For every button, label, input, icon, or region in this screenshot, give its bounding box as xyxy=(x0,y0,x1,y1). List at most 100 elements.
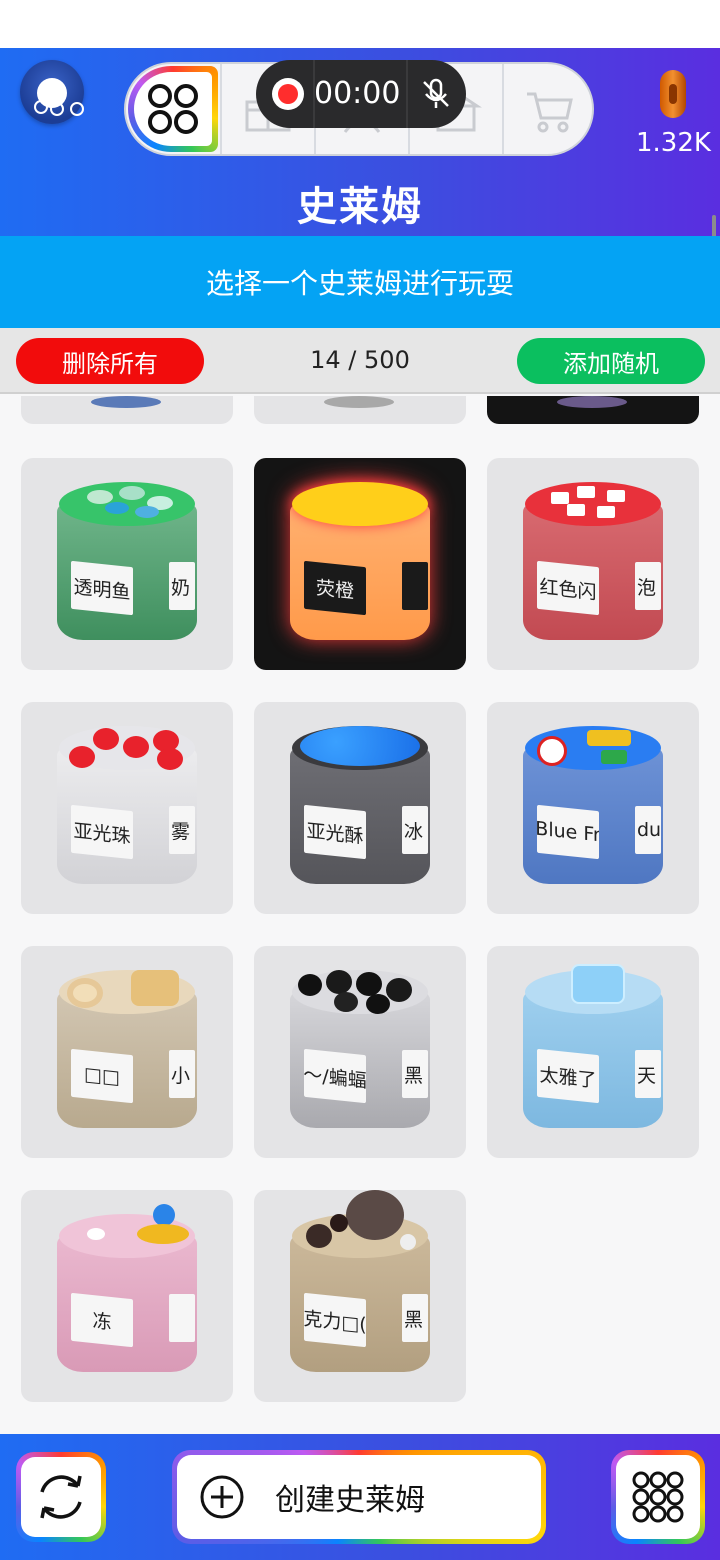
coin-balance: 1.32K xyxy=(636,128,711,158)
topping xyxy=(69,746,95,768)
topping xyxy=(153,1204,175,1226)
topping xyxy=(137,1224,189,1244)
topping xyxy=(607,490,625,502)
prompt-text: 选择一个史莱姆进行玩耍 xyxy=(205,267,514,300)
slime-card-selected[interactable]: 荧橙 xyxy=(254,458,466,670)
slime-jar: Blue Fr du xyxy=(523,726,663,890)
jar-label: 冻 xyxy=(71,1292,133,1348)
jar-label: 荧橙 xyxy=(304,560,366,616)
plus-circle-icon xyxy=(200,1475,244,1519)
jar-label: 红色闪 xyxy=(537,560,599,616)
topping xyxy=(366,994,390,1014)
slime-card[interactable]: 透明鱼 奶 xyxy=(21,458,233,670)
jar-label: □□ xyxy=(71,1048,133,1104)
jar-label-side: du xyxy=(635,806,661,854)
jar-top xyxy=(292,482,428,526)
slime-jar: ～/蝙蝠 黑 xyxy=(290,970,430,1134)
header: 00:00 1.32K 史莱姆 xyxy=(0,48,720,236)
jar-label: 透明鱼 xyxy=(71,560,133,616)
jar-label-side: 黑 xyxy=(402,1050,428,1098)
topping xyxy=(105,502,129,514)
jar-label-side: 天 xyxy=(635,1050,661,1098)
topping xyxy=(87,490,113,504)
topping xyxy=(577,486,595,498)
add-random-button[interactable]: 添加随机 xyxy=(517,338,705,384)
jar-bottom xyxy=(324,396,394,408)
refresh-button[interactable] xyxy=(16,1452,106,1542)
grid-nine-icon xyxy=(632,1471,684,1523)
create-slime-label: 创建史莱姆 xyxy=(275,1483,425,1518)
coin-icon xyxy=(660,70,686,118)
cart-icon xyxy=(527,92,573,133)
record-icon[interactable] xyxy=(272,78,304,110)
refresh-icon xyxy=(40,1475,82,1519)
create-slime-button[interactable]: 创建史莱姆 xyxy=(172,1450,546,1544)
delete-all-button[interactable]: 删除所有 xyxy=(16,338,204,384)
topping xyxy=(87,1228,105,1240)
topping xyxy=(300,726,420,766)
slime-jar: 亚光酥 冰 xyxy=(290,726,430,890)
jar-label: ～/蝙蝠 xyxy=(304,1048,366,1104)
slime-jar: 太雅了 天 xyxy=(523,964,663,1134)
slime-jar: 透明鱼 奶 xyxy=(57,482,197,646)
topping xyxy=(400,1234,416,1250)
app-root: 00:00 1.32K 史莱姆 选择一个史莱姆进行玩耍 删除所有 14 / 50… xyxy=(0,0,720,1560)
jar-label: 亚光酥 xyxy=(304,804,366,860)
slime-card[interactable]: 亚光酥 冰 xyxy=(254,702,466,914)
slime-card[interactable]: ～/蝙蝠 黑 xyxy=(254,946,466,1158)
action-bar: 删除所有 14 / 500 添加随机 xyxy=(0,328,720,394)
slime-card[interactable]: 红色闪 泡 xyxy=(487,458,699,670)
recorder-time: 00:00 xyxy=(314,76,401,111)
topping xyxy=(356,972,382,996)
slime-card[interactable] xyxy=(21,396,233,424)
jar-label: 亚光珠 xyxy=(71,804,133,860)
slime-jar: 红色闪 泡 xyxy=(523,482,663,646)
jar-bottom xyxy=(91,396,161,408)
topping xyxy=(537,736,567,766)
jar-label: Blue Fr xyxy=(537,804,599,860)
slime-jar: 亚光珠 雾 xyxy=(57,726,197,890)
slime-card[interactable] xyxy=(254,396,466,424)
topping xyxy=(93,728,119,750)
slime-card[interactable]: 克力□( 黑 xyxy=(254,1190,466,1402)
jar-label-side: 泡 xyxy=(635,562,661,610)
topping xyxy=(326,970,352,994)
slime-card[interactable]: Blue Fr du xyxy=(487,702,699,914)
topping xyxy=(298,974,322,996)
slime-jar: 荧橙 xyxy=(290,482,430,646)
topping xyxy=(567,504,585,516)
bottom-bar: 创建史莱姆 xyxy=(0,1434,720,1560)
prompt-banner: 选择一个史莱姆进行玩耍 xyxy=(0,236,720,328)
avatar[interactable] xyxy=(20,60,84,124)
slime-count: 14 / 500 xyxy=(310,346,410,374)
slime-jar: 冻 xyxy=(57,1204,197,1378)
slime-card[interactable]: □□ 小 xyxy=(21,946,233,1158)
screen-recorder-pill[interactable]: 00:00 xyxy=(256,60,466,128)
topping xyxy=(67,978,103,1008)
toolbar-slimes-button[interactable] xyxy=(128,66,218,152)
jar-label-side xyxy=(169,1294,195,1342)
topping xyxy=(346,1190,404,1240)
topping xyxy=(119,486,145,500)
jar-label-side: 冰 xyxy=(402,806,428,854)
slime-card[interactable]: 冻 xyxy=(21,1190,233,1402)
topping xyxy=(386,978,412,1002)
slime-grid: 透明鱼 奶 荧橙 红色闪 泡 亚光珠 雾 亚光酥 冰 Blue Fr du □□… xyxy=(0,396,720,1434)
topping xyxy=(157,748,183,770)
slime-card[interactable]: 亚光珠 雾 xyxy=(21,702,233,914)
topping xyxy=(135,506,159,518)
avatar-ring xyxy=(70,102,84,116)
mic-off-icon[interactable] xyxy=(418,76,454,112)
topping xyxy=(587,730,631,746)
jar-label: 太雅了 xyxy=(537,1048,599,1104)
slime-jar: □□ 小 xyxy=(57,970,197,1134)
slime-card[interactable] xyxy=(487,396,699,424)
topping xyxy=(571,964,625,1004)
toolbar-cart-button[interactable] xyxy=(502,64,592,154)
menu-grid-button[interactable] xyxy=(611,1450,705,1544)
recorder-divider xyxy=(406,60,408,128)
slime-jar: 克力□( 黑 xyxy=(290,1190,430,1378)
slime-card[interactable]: 太雅了 天 xyxy=(487,946,699,1158)
jar-label-side: 雾 xyxy=(169,806,195,854)
page-title: 史莱姆 xyxy=(297,184,423,230)
